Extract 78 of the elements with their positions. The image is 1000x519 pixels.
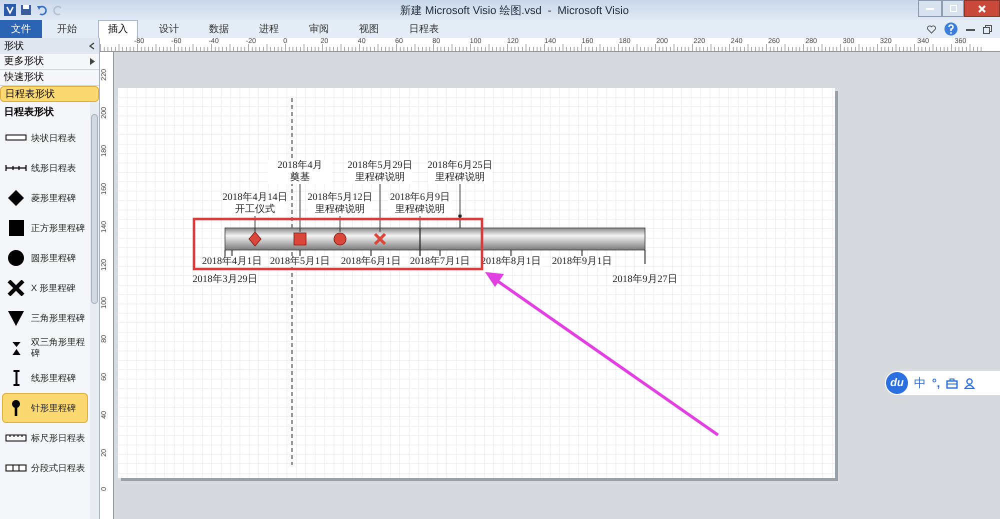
circle-milestone — [334, 232, 346, 246]
milestone-date: 2018年4月 — [278, 160, 322, 172]
shape-item[interactable]: 正方形里程碑 — [2, 213, 88, 243]
shape-item[interactable]: 双三角形里程碑 — [2, 333, 88, 363]
milestone-date: 2018年4月14日 — [222, 192, 288, 204]
close-button[interactable] — [964, 0, 1000, 17]
ribbon-tab[interactable]: 开始 — [48, 20, 86, 38]
shape-item[interactable]: 线形日程表 — [2, 153, 88, 183]
milestone-description: 里程碑说明 — [355, 172, 405, 184]
help-icon[interactable] — [944, 22, 958, 36]
double-triangle-shape-icon — [12, 340, 20, 356]
scrollbar[interactable] — [90, 102, 99, 519]
ribbon-tab[interactable]: 数据 — [200, 20, 238, 38]
shape-item[interactable]: 分段式日程表 — [2, 453, 88, 483]
shape-item[interactable]: X 形里程碑 — [2, 273, 88, 303]
axis-label: 2018年4月1日 — [202, 256, 262, 267]
axis-label: 2018年9月27日 — [612, 274, 678, 285]
save-icon[interactable] — [20, 4, 32, 16]
ribbon-tab[interactable]: 日程表 — [400, 20, 448, 38]
axis-tick — [370, 250, 372, 256]
window-title: 新建 Microsoft Visio 绘图.vsd - Microsoft Visio — [400, 4, 629, 19]
axis-label: 2018年6月1日 — [341, 256, 401, 267]
line-milestone — [419, 228, 421, 256]
square-milestone — [294, 232, 306, 246]
minimize-button[interactable] — [918, 0, 942, 17]
ribbon-tab[interactable]: 插入 — [98, 20, 138, 38]
x-shape-icon — [5, 280, 27, 296]
milestone-description: 里程碑说明 — [315, 204, 365, 216]
axis-label: 2018年9月1日 — [552, 256, 612, 267]
milestone-date: 2018年6月25日 — [428, 160, 492, 172]
stencil-section[interactable]: 更多形状 — [0, 54, 99, 70]
milestone-date: 2018年6月9日 — [390, 192, 450, 204]
leader-line — [254, 216, 256, 232]
ribbon-tab[interactable]: 设计 — [150, 20, 188, 38]
file-tab[interactable]: 文件 — [0, 20, 42, 38]
axis-label: 2018年5月1日 — [270, 256, 330, 267]
person-icon[interactable] — [964, 378, 976, 388]
axis-label: 2018年3月29日 — [192, 274, 258, 285]
milestone-date: 2018年5月12日 — [308, 192, 372, 204]
diamond-milestone — [248, 231, 262, 247]
ime-punctuation-toggle[interactable]: °, — [932, 374, 940, 392]
collapse-chevron-icon[interactable] — [89, 42, 95, 50]
shape-item[interactable]: 圆形里程碑 — [2, 243, 88, 273]
circle-shape-icon — [5, 250, 27, 266]
x-milestone — [374, 232, 386, 246]
shape-item[interactable]: 三角形里程碑 — [2, 303, 88, 333]
shape-item[interactable]: 菱形里程碑 — [2, 183, 88, 213]
panel-title: 形状 — [4, 40, 24, 54]
axis-label: 2018年7月1日 — [410, 256, 470, 267]
pin-milestone — [458, 214, 462, 228]
triangle-shape-icon — [5, 310, 27, 326]
undo-icon[interactable] — [36, 4, 48, 16]
milestone-description: 奠基 — [290, 172, 310, 184]
maximize-button[interactable] — [942, 0, 964, 17]
bar-shape-icon — [12, 370, 20, 386]
ribbon-tab[interactable]: 视图 — [350, 20, 388, 38]
stencil-section[interactable]: 日程表形状 — [0, 86, 99, 102]
shape-item[interactable]: 块状日程表 — [2, 123, 88, 153]
close-icon — [978, 4, 986, 12]
shape-item[interactable]: 线形里程碑 — [2, 363, 88, 393]
axis-tick — [510, 250, 512, 256]
ribbon-tab[interactable]: 进程 — [250, 20, 288, 38]
shape-item[interactable]: 针形里程碑 — [2, 393, 88, 423]
milestone-description: 里程碑说明 — [435, 172, 485, 184]
heart-icon[interactable] — [927, 24, 936, 34]
ime-mode-toggle[interactable]: 中 — [914, 374, 926, 392]
submenu-arrow-icon — [90, 58, 95, 65]
restore-icon[interactable] — [983, 24, 992, 34]
stencil-title: 日程表形状 — [3, 106, 55, 120]
app-logo-icon — [4, 4, 16, 16]
milestone-description: 开工仪式 — [235, 204, 275, 216]
ime-logo[interactable]: du — [886, 372, 908, 394]
ribbon-tab[interactable]: 审阅 — [300, 20, 338, 38]
axis-tick — [644, 250, 646, 264]
shape-item[interactable]: 标尺形日程表 — [2, 423, 88, 453]
briefcase-icon[interactable] — [946, 378, 958, 388]
milestone-description: 里程碑说明 — [395, 204, 445, 216]
milestone-date: 2018年5月29日 — [348, 160, 412, 172]
